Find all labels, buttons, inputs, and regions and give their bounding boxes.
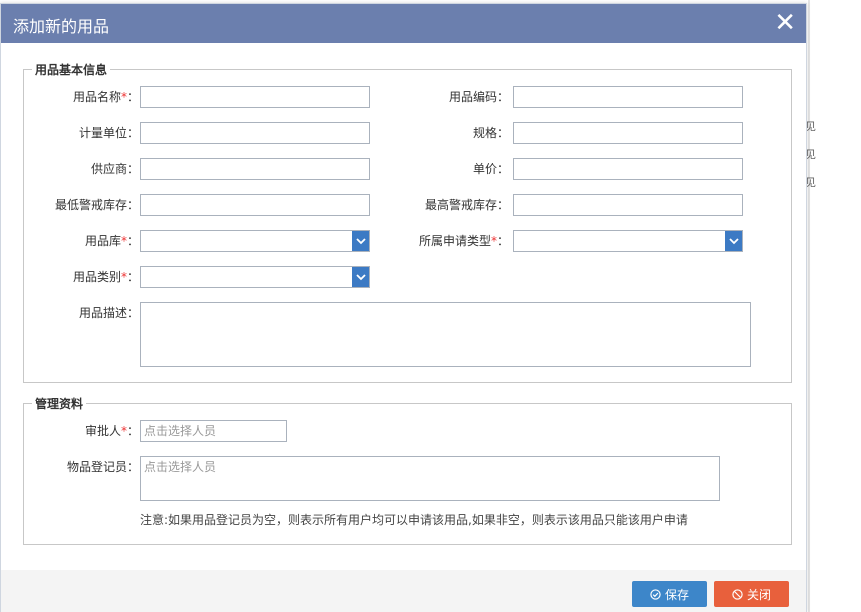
basic-info-legend: 用品基本信息	[35, 63, 108, 77]
max-stock-input[interactable]	[513, 194, 743, 216]
price-input[interactable]	[513, 158, 743, 180]
warehouse-label: 用品库*：	[84, 234, 139, 248]
save-label: 保存	[664, 587, 689, 602]
unit-label: 计量单位：	[78, 126, 139, 140]
description-label: 用品描述：	[78, 306, 139, 320]
chevron-down-icon[interactable]	[725, 231, 742, 251]
warehouse-select[interactable]	[140, 230, 370, 252]
add-item-dialog: 添加新的用品 ✕ 用品基本信息 用品名称*： 用品编码： 计量单位： 规格： 供…	[0, 3, 807, 612]
registrar-input[interactable]: 点击选择人员	[140, 456, 720, 501]
registrar-label: 物品登记员：	[66, 460, 139, 474]
dialog-body: 用品基本信息 用品名称*： 用品编码： 计量单位： 规格： 供应商： 单价： 最…	[1, 43, 806, 570]
item-code-input[interactable]	[513, 86, 743, 108]
dialog-footer: 保存 关闭	[1, 570, 806, 612]
supplier-label: 供应商：	[90, 162, 139, 176]
chevron-down-icon[interactable]	[352, 267, 369, 287]
chevron-down-icon[interactable]	[352, 231, 369, 251]
price-label: 单价：	[472, 162, 509, 176]
approver-input[interactable]: 点击选择人员	[140, 420, 287, 442]
min-stock-label: 最低警戒库存：	[54, 198, 139, 212]
spec-label: 规格：	[472, 126, 509, 140]
close-label: 关闭	[746, 587, 771, 602]
spec-input[interactable]	[513, 122, 743, 144]
supplier-input[interactable]	[140, 158, 370, 180]
dialog-title: 添加新的用品	[13, 17, 110, 36]
apply-type-select[interactable]	[513, 230, 743, 252]
category-label: 用品类别*：	[72, 270, 139, 284]
approver-label: 审批人*：	[84, 424, 139, 438]
close-icon[interactable]: ✕	[774, 8, 796, 38]
check-circle-icon	[650, 588, 661, 600]
unit-input[interactable]	[140, 122, 370, 144]
manage-info-legend: 管理资料	[35, 397, 84, 411]
ban-icon	[732, 588, 743, 600]
save-button[interactable]: 保存	[632, 581, 707, 607]
item-name-label: 用品名称*：	[72, 90, 139, 104]
max-stock-label: 最高警戒库存：	[424, 198, 509, 212]
description-textarea[interactable]	[140, 302, 751, 367]
category-select[interactable]	[140, 266, 370, 288]
item-name-input[interactable]	[140, 86, 370, 108]
min-stock-input[interactable]	[140, 194, 370, 216]
dialog-titlebar: 添加新的用品 ✕	[1, 4, 806, 43]
item-code-label: 用品编码：	[448, 90, 509, 104]
close-button[interactable]: 关闭	[714, 581, 789, 607]
apply-type-label: 所属申请类型*：	[418, 234, 509, 248]
registrar-note: 注意:如果用品登记员为空，则表示所有用户均可以申请该用品,如果非空，则表示该用品…	[140, 513, 688, 527]
background-divider	[808, 0, 810, 612]
